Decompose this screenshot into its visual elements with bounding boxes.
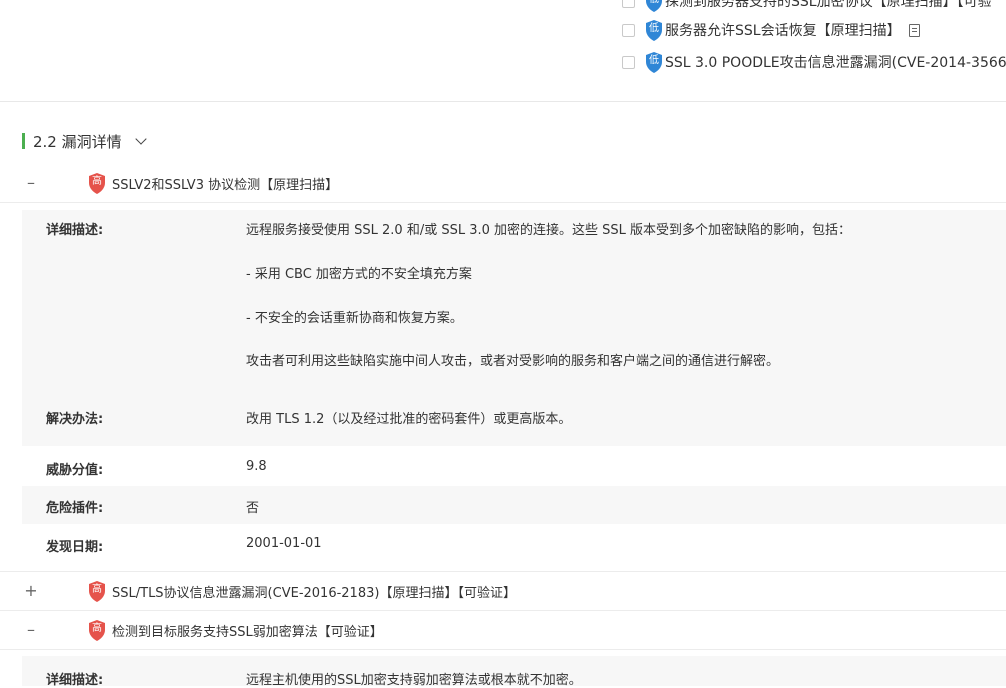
checkbox[interactable] <box>622 55 635 69</box>
vuln-label[interactable]: 探测到服务器支持的SSL加密协议【原理扫描】【可验 <box>665 0 992 11</box>
detail-desc-line: 攻击者可利用这些缺陷实施中间人攻击，或者对受影响的服务和客户端之间的通信进行解密… <box>246 354 780 369</box>
section-header[interactable]: 2.2 漏洞详情 <box>22 130 146 152</box>
detail-label: 危险插件: <box>46 501 104 516</box>
vuln-name[interactable]: 检测到目标服务支持SSL弱加密算法【可验证】 <box>112 621 383 640</box>
vuln-detail-panel: 详细描述: 远程服务接受使用 SSL 2.0 和/或 SSL 3.0 加密的连接… <box>22 210 1006 570</box>
detail-desc-line: - 采用 CBC 加密方式的不安全填充方案 <box>246 267 472 282</box>
detail-label: 解决办法: <box>46 412 104 427</box>
detail-row-score: 威胁分值: 9.8 <box>22 446 1006 486</box>
low-risk-checklist: 低 探测到服务器支持的SSL加密协议【原理扫描】【可验 低 服务器允许SSL会话… <box>0 0 1006 102</box>
list-item: 低 服务器允许SSL会话恢复【原理扫描】 <box>622 19 920 41</box>
vuln-row[interactable]: + 高 SSL/TLS协议信息泄露漏洞(CVE-2016-2183)【原理扫描】… <box>0 571 1006 611</box>
detail-desc-line: 远程主机使用的SSL加密支持弱加密算法或根本就不加密。 <box>246 673 582 688</box>
detail-plugin: 否 <box>246 501 260 516</box>
detail-label: 发现日期: <box>46 540 104 555</box>
low-risk-shield-icon: 低 <box>645 51 663 73</box>
high-risk-shield-icon: 高 <box>88 580 106 602</box>
vuln-row[interactable]: – 高 SSLV2和SSLV3 协议检测【原理扫描】 <box>0 164 1006 203</box>
collapse-toggle[interactable]: – <box>24 622 38 638</box>
detail-solution: 改用 TLS 1.2（以及经过批准的密码套件）或更高版本。 <box>246 412 572 427</box>
checkbox[interactable] <box>622 0 635 8</box>
low-risk-shield-icon: 低 <box>645 19 663 41</box>
detail-desc-line: - 不安全的会话重新协商和恢复方案。 <box>246 311 463 326</box>
detail-date: 2001-01-01 <box>246 536 322 551</box>
vuln-detail-panel: 详细描述: 远程主机使用的SSL加密支持弱加密算法或根本就不加密。 <box>22 656 1006 688</box>
low-risk-shield-icon: 低 <box>645 0 663 12</box>
detail-row-description: 详细描述: 远程服务接受使用 SSL 2.0 和/或 SSL 3.0 加密的连接… <box>22 210 1006 394</box>
detail-score: 9.8 <box>246 459 267 474</box>
vuln-row[interactable]: – 高 检测到目标服务支持SSL弱加密算法【可验证】 <box>0 611 1006 650</box>
list-item: 低 探测到服务器支持的SSL加密协议【原理扫描】【可验 <box>622 0 992 12</box>
checkbox[interactable] <box>622 23 635 37</box>
collapse-toggle[interactable]: – <box>24 175 38 191</box>
high-risk-shield-icon: 高 <box>88 172 106 194</box>
vuln-name[interactable]: SSLV2和SSLV3 协议检测【原理扫描】 <box>112 174 338 193</box>
list-item: 低 SSL 3.0 POODLE攻击信息泄露漏洞(CVE-2014-3566) <box>622 51 1006 73</box>
detail-row-date: 发现日期: 2001-01-01 <box>22 524 1006 570</box>
expand-toggle[interactable]: + <box>24 583 38 599</box>
vuln-name[interactable]: SSL/TLS协议信息泄露漏洞(CVE-2016-2183)【原理扫描】【可验证… <box>112 582 516 601</box>
detail-row-plugin: 危险插件: 否 <box>22 486 1006 524</box>
section-title: 2.2 漏洞详情 <box>33 132 122 151</box>
detail-label: 威胁分值: <box>46 463 104 478</box>
detail-label: 详细描述: <box>46 223 104 238</box>
chevron-down-icon[interactable] <box>136 136 146 146</box>
vuln-label[interactable]: SSL 3.0 POODLE攻击信息泄露漏洞(CVE-2014-3566) <box>665 52 1006 72</box>
detail-label: 详细描述: <box>46 673 104 688</box>
document-icon[interactable] <box>908 23 920 37</box>
detail-row-description: 详细描述: 远程主机使用的SSL加密支持弱加密算法或根本就不加密。 <box>22 656 1006 688</box>
detail-desc-line: 远程服务接受使用 SSL 2.0 和/或 SSL 3.0 加密的连接。这些 SS… <box>246 223 852 238</box>
high-risk-shield-icon: 高 <box>88 619 106 641</box>
vuln-label[interactable]: 服务器允许SSL会话恢复【原理扫描】 <box>665 20 901 40</box>
detail-row-solution: 解决办法: 改用 TLS 1.2（以及经过批准的密码套件）或更高版本。 <box>22 394 1006 446</box>
section-accent-bar <box>22 133 25 149</box>
